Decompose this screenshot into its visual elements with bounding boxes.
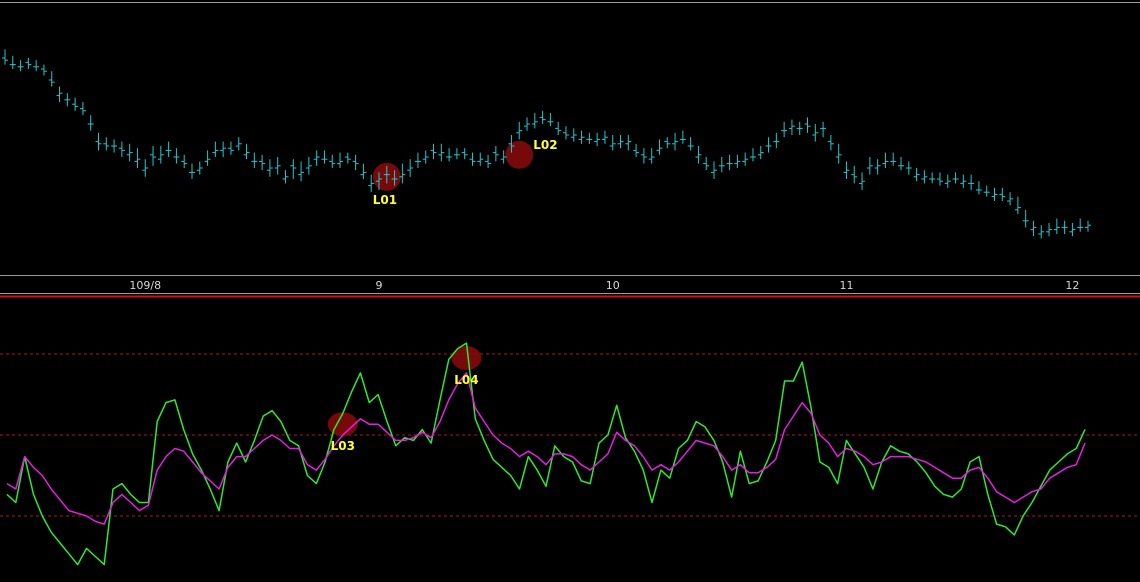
x-tick-label: 109/8 xyxy=(129,279,161,292)
chart-svg: L01 L02 109/8 9 10 11 12 L03 L04 xyxy=(0,0,1140,578)
annotation-label: L02 xyxy=(533,138,557,152)
annotation-label: L01 xyxy=(373,193,397,207)
chart-background xyxy=(0,0,1140,578)
x-tick-label: 10 xyxy=(606,279,620,292)
x-tick-label: 12 xyxy=(1065,279,1079,292)
annotation-label: L04 xyxy=(454,373,478,387)
x-tick-label: 11 xyxy=(839,279,853,292)
chart-canvas: L01 L02 109/8 9 10 11 12 L03 L04 xyxy=(0,0,1140,578)
signal-marker xyxy=(505,140,534,169)
x-tick-label: 9 xyxy=(375,279,382,292)
signal-marker xyxy=(327,412,358,437)
annotation-label: L03 xyxy=(331,439,355,453)
